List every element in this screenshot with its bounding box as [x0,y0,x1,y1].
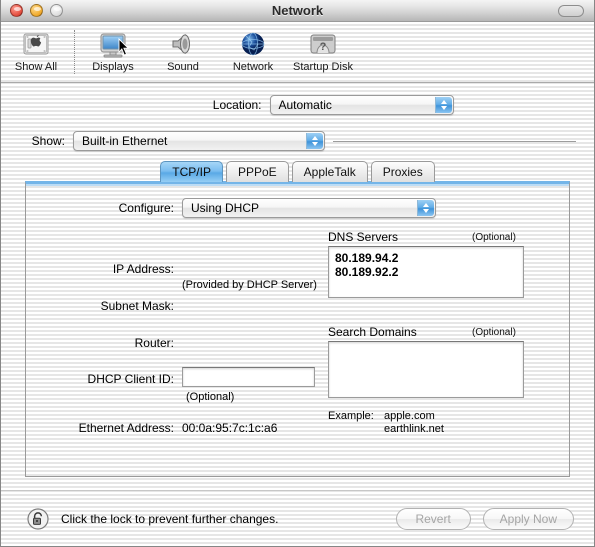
show-all-icon [23,33,49,55]
router-label: Router: [134,336,174,350]
toolbar-toggle-button[interactable] [558,5,584,17]
show-row: Show: Built-in Ethernet [21,131,576,151]
traffic-light-group [10,4,63,17]
tab-label: Proxies [382,165,423,179]
revert-button-label: Revert [415,511,451,526]
dns-servers-title: DNS Servers [328,230,399,244]
subnet-mask-label: Subnet Mask: [100,299,174,313]
tab-pppoe[interactable]: PPPoE [225,161,289,182]
search-domains-input[interactable] [328,341,524,398]
ip-address-label: IP Address: [112,262,174,276]
toolbar-item-network[interactable]: Network [218,26,288,73]
network-preferences-window: Network Show All Displays Sound Network … [0,0,595,547]
toolbar-divider [74,30,75,74]
search-domains-title: Search Domains [328,325,417,339]
tab-appletalk[interactable]: AppleTalk [291,161,368,182]
toolbar-item-label: Network [232,61,274,73]
show-separator-rule [333,141,576,142]
ip-address-dhcp-note: (Provided by DHCP Server) [182,279,317,291]
toolbar-item-displays[interactable]: Displays [78,26,148,73]
zoom-button-icon[interactable] [50,4,63,17]
window-title: Network [271,3,324,18]
search-domains-optional-label: (Optional) [472,327,516,338]
apply-now-button[interactable]: Apply Now [482,507,574,530]
tab-bar: TCP/IP PPPoE AppleTalk Proxies [1,161,594,182]
location-row: Location: Automatic [1,95,594,115]
open-padlock-icon[interactable] [27,507,49,530]
configure-popup-value: Using DHCP [191,201,260,215]
configure-popup-menu[interactable]: Using DHCP [182,198,436,218]
lock-hint-text: Click the lock to prevent further change… [61,511,279,526]
show-popup-value: Built-in Ethernet [82,134,168,148]
chevron-updown-icon [417,200,434,216]
example-value: apple.com earthlink.net [384,410,444,435]
chevron-updown-icon [306,133,323,149]
toolbar-item-label: Displays [92,61,134,73]
tab-label: AppleTalk [303,165,356,179]
tab-tcpip[interactable]: TCP/IP [160,161,223,182]
toolbar-item-startup-disk[interactable]: ? Startup Disk [288,26,358,73]
window-titlebar[interactable]: Network [1,0,594,22]
location-label: Location: [212,98,262,112]
lock-control[interactable]: Click the lock to prevent further change… [27,507,279,530]
preferences-toolbar: Show All Displays Sound Network ? Startu… [1,22,594,83]
toolbar-item-label: Sound [167,61,199,73]
footer-button-group: Revert Apply Now [395,507,574,530]
preferences-footer: Click the lock to prevent further change… [1,490,594,546]
network-globe-icon [241,32,265,56]
minimize-button-icon[interactable] [30,4,43,17]
configure-label: Configure: [118,201,174,215]
toolbar-item-show-all[interactable]: Show All [1,26,71,73]
toolbar-item-label: Show All [14,61,58,73]
dns-servers-optional-label: (Optional) [472,232,516,243]
apply-now-button-label: Apply Now [499,511,557,526]
dhcp-client-id-input[interactable] [182,367,315,387]
toolbar-item-label: Startup Disk [293,61,353,73]
preferences-content: Location: Automatic Show: Built-in Ether… [1,83,594,546]
example-label: Example: [328,410,374,422]
svg-text:?: ? [320,41,327,53]
tcpip-tab-panel: Configure: Using DHCP IP Address: (Provi… [25,181,570,477]
tab-proxies[interactable]: Proxies [370,161,435,182]
ethernet-address-label: Ethernet Address: [78,421,174,435]
dns-servers-input[interactable]: 80.189.94.2 80.189.92.2 [328,246,524,298]
show-popup-menu[interactable]: Built-in Ethernet [73,131,325,151]
close-button-icon[interactable] [10,4,23,17]
displays-icon [100,33,126,58]
revert-button[interactable]: Revert [395,507,471,530]
show-label: Show: [31,134,65,148]
toolbar-item-sound[interactable]: Sound [148,26,218,73]
ethernet-address-value: 00:0a:95:7c:1c:a6 [182,421,278,435]
chevron-updown-icon [434,97,452,113]
sound-icon [172,33,190,55]
tab-label: TCP/IP [172,165,211,179]
dhcp-client-id-optional-note: (Optional) [186,391,235,403]
location-popup-menu[interactable]: Automatic [269,95,454,115]
startup-disk-icon: ? [310,34,336,54]
tab-label: PPPoE [237,165,277,179]
location-popup-value: Automatic [278,98,332,112]
dhcp-client-id-label: DHCP Client ID: [87,372,174,386]
